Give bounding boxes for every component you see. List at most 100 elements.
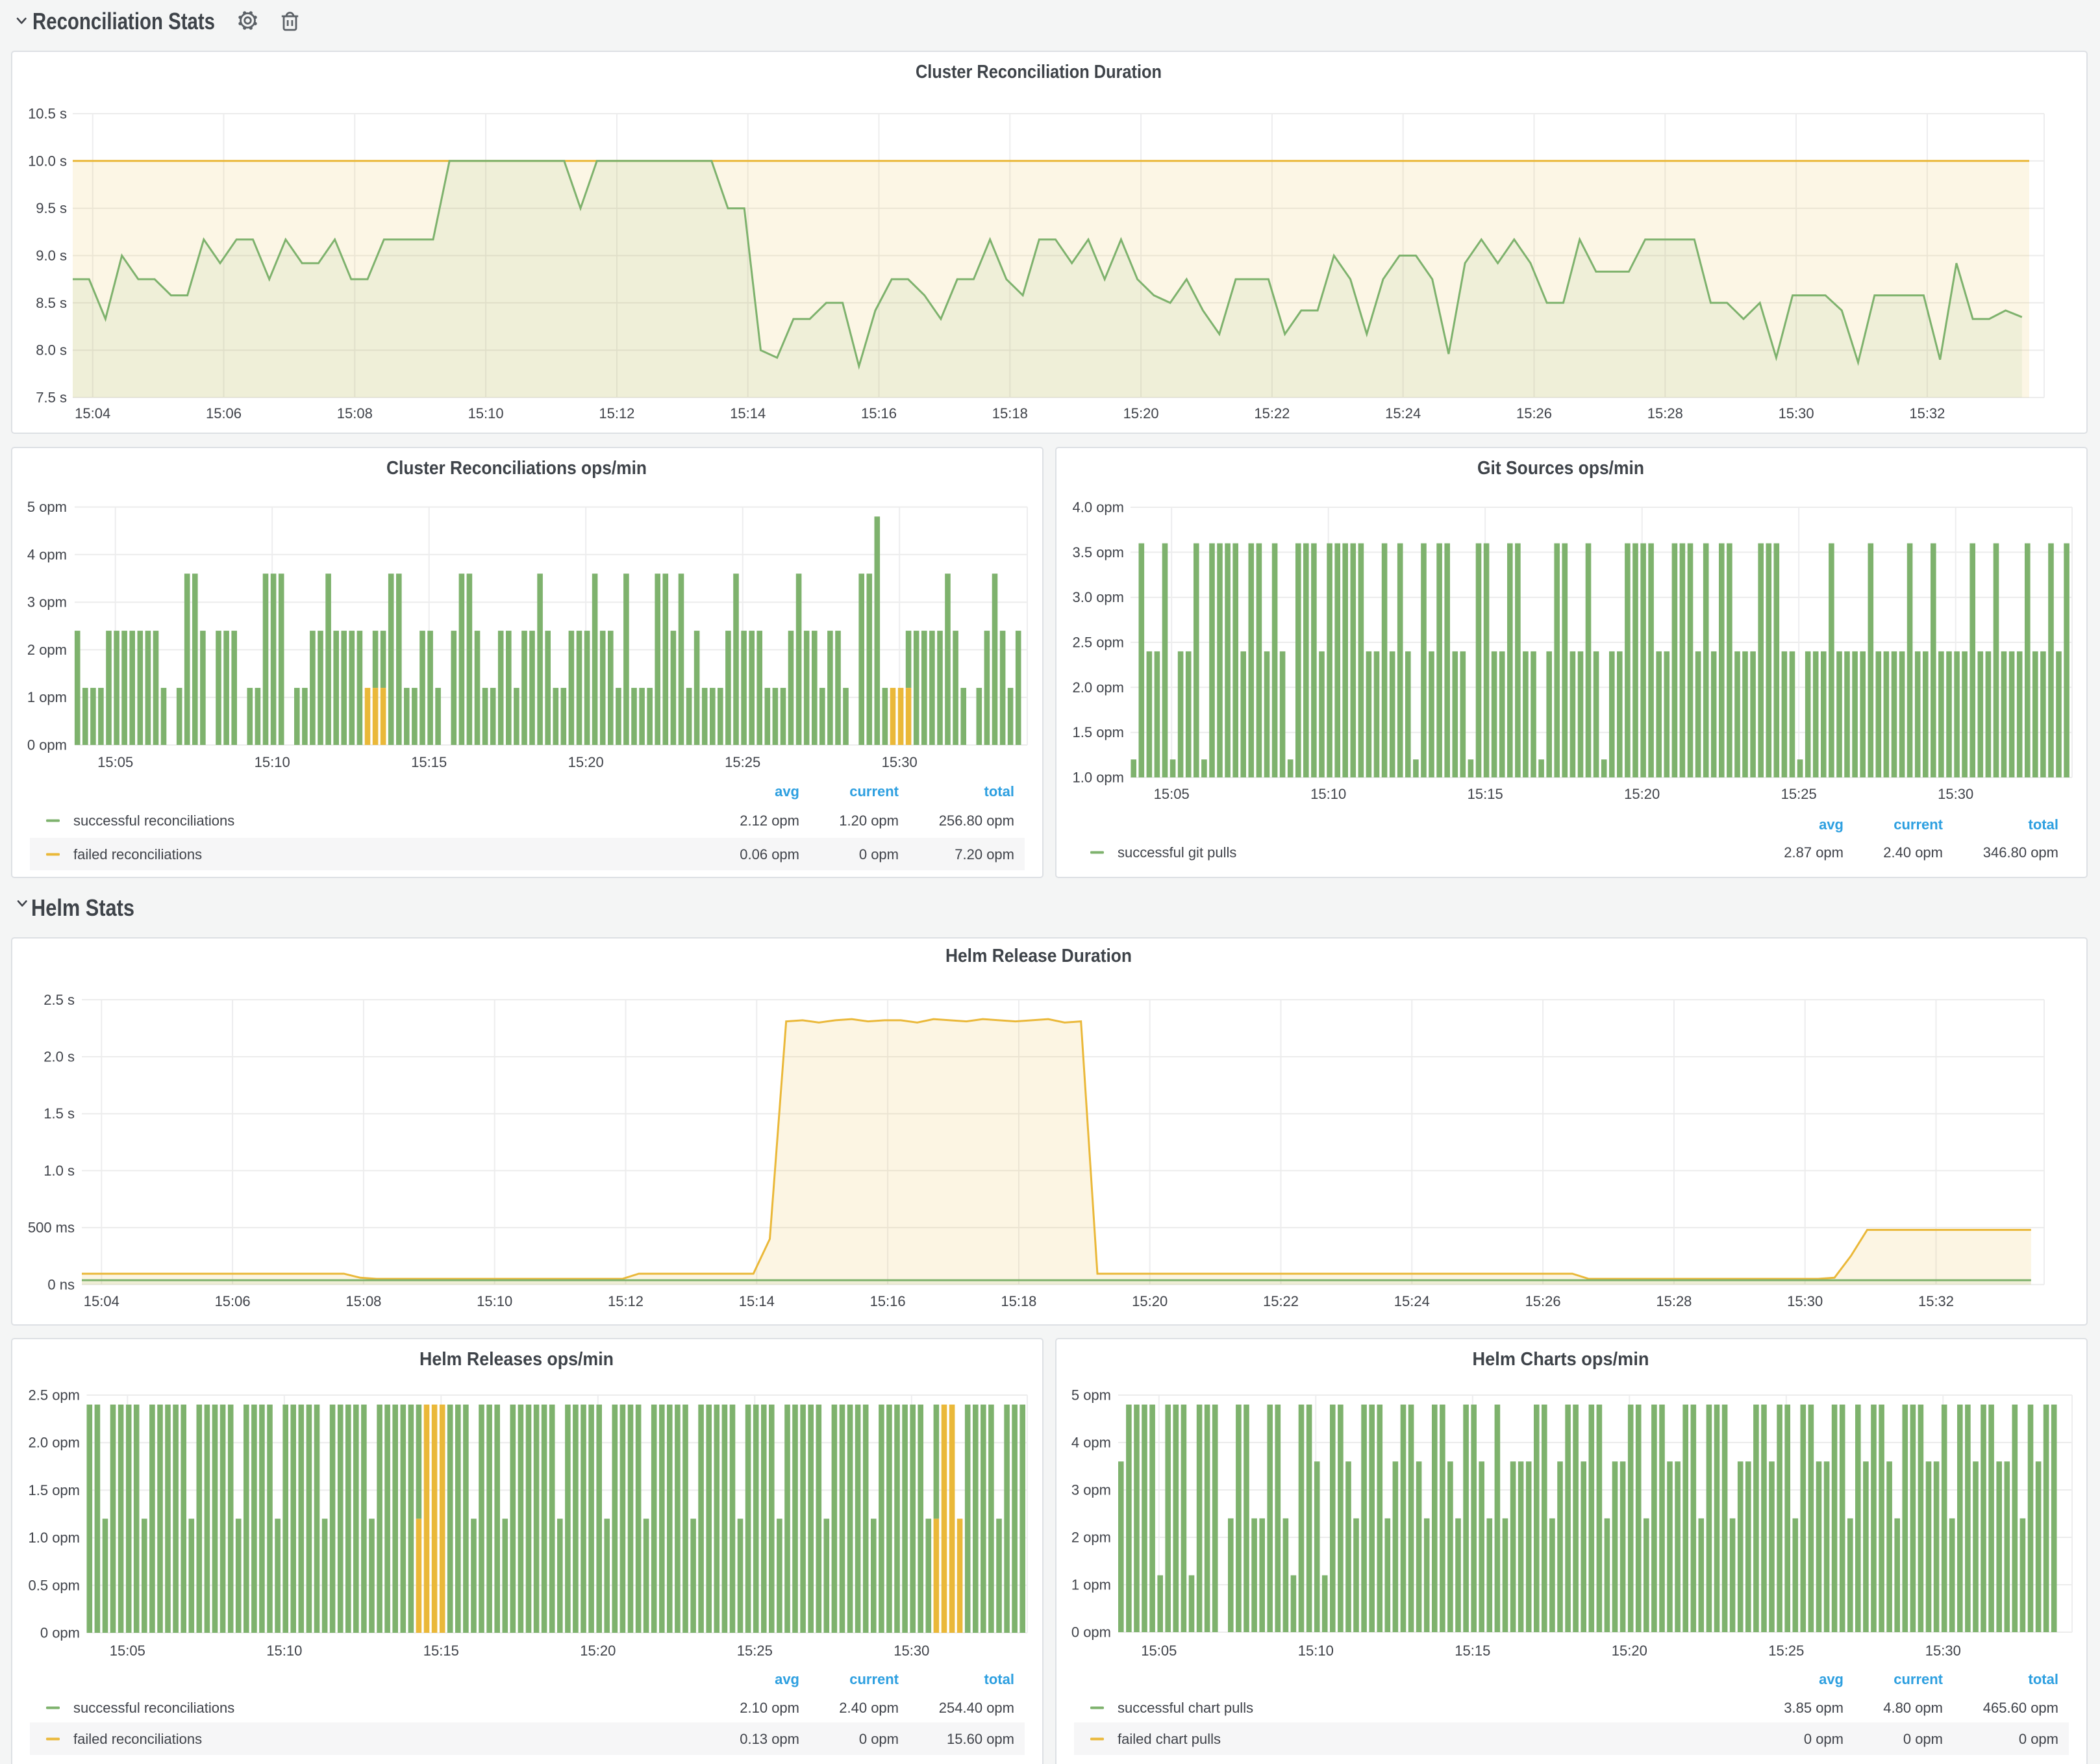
svg-text:4 opm: 4 opm [27,546,67,562]
svg-text:15:10: 15:10 [477,1293,512,1309]
svg-text:15:16: 15:16 [870,1293,906,1309]
svg-text:15:12: 15:12 [608,1293,644,1309]
svg-text:15:25: 15:25 [1768,1643,1804,1659]
svg-text:15:05: 15:05 [1154,786,1190,802]
svg-text:15:20: 15:20 [568,754,604,770]
svg-text:8.0 s: 8.0 s [36,342,67,359]
svg-text:15:30: 15:30 [1938,786,1973,802]
svg-text:avg: avg [775,783,799,800]
svg-text:2.5 s: 2.5 s [44,992,75,1008]
svg-text:current: current [849,1671,899,1687]
svg-text:0 opm: 0 opm [859,846,899,863]
svg-text:2.0 opm: 2.0 opm [1073,679,1125,696]
svg-text:15:08: 15:08 [337,405,373,422]
svg-text:8.5 s: 8.5 s [36,295,67,311]
svg-text:Cluster Reconciliations ops/mi: Cluster Reconciliations ops/min [386,458,647,479]
svg-text:15:25: 15:25 [725,754,760,770]
svg-text:15:30: 15:30 [894,1643,929,1659]
svg-text:15:25: 15:25 [1781,786,1817,802]
svg-text:4 opm: 4 opm [1071,1435,1111,1451]
svg-text:2.87 opm: 2.87 opm [1784,844,1844,861]
svg-text:2 opm: 2 opm [1071,1530,1111,1546]
svg-text:15:25: 15:25 [737,1643,773,1659]
svg-text:15:05: 15:05 [97,754,133,770]
svg-text:Helm Stats: Helm Stats [31,894,134,921]
svg-text:5 opm: 5 opm [1071,1387,1111,1404]
svg-text:0 ns: 0 ns [47,1276,75,1292]
svg-text:10.5 s: 10.5 s [28,106,67,122]
svg-text:15:15: 15:15 [1468,786,1503,802]
svg-text:total: total [984,783,1014,800]
svg-text:failed reconciliations: failed reconciliations [73,846,202,863]
svg-text:254.40 opm: 254.40 opm [939,1700,1014,1716]
svg-text:1.5 opm: 1.5 opm [29,1482,81,1498]
svg-text:15:06: 15:06 [206,405,242,422]
svg-text:5 opm: 5 opm [27,499,67,515]
svg-text:15:06: 15:06 [215,1293,251,1309]
svg-text:1.0 opm: 1.0 opm [1073,770,1125,786]
svg-text:current: current [1894,1671,1943,1687]
svg-text:Helm Charts ops/min: Helm Charts ops/min [1473,1349,1649,1370]
svg-text:15:05: 15:05 [110,1643,145,1659]
svg-text:15:10: 15:10 [1298,1643,1334,1659]
svg-text:15:10: 15:10 [1310,786,1346,802]
svg-text:346.80 opm: 346.80 opm [1983,844,2058,861]
svg-text:0.06 opm: 0.06 opm [740,846,799,863]
svg-text:2 opm: 2 opm [27,642,67,658]
svg-text:total: total [2029,1671,2058,1687]
svg-text:4.80 opm: 4.80 opm [1883,1700,1943,1716]
svg-text:15.60 opm: 15.60 opm [947,1731,1014,1747]
svg-text:15:26: 15:26 [1525,1293,1561,1309]
svg-text:2.12 opm: 2.12 opm [740,813,799,829]
svg-text:15:22: 15:22 [1254,405,1290,422]
svg-text:avg: avg [775,1671,799,1687]
svg-text:3.85 opm: 3.85 opm [1784,1700,1844,1716]
svg-text:15:20: 15:20 [580,1643,616,1659]
svg-text:15:08: 15:08 [345,1293,381,1309]
svg-text:15:30: 15:30 [1925,1643,1961,1659]
svg-text:7.20 opm: 7.20 opm [955,846,1014,863]
svg-text:15:04: 15:04 [84,1293,119,1309]
svg-text:15:16: 15:16 [861,405,897,422]
svg-text:1.20 opm: 1.20 opm [839,813,899,829]
svg-text:15:24: 15:24 [1394,1293,1430,1309]
svg-text:15:14: 15:14 [739,1293,775,1309]
svg-text:10.0 s: 10.0 s [28,153,67,169]
svg-text:Reconciliation Stats: Reconciliation Stats [32,8,215,34]
svg-text:2.5 opm: 2.5 opm [29,1387,81,1404]
svg-text:15:24: 15:24 [1385,405,1421,422]
svg-text:7.5 s: 7.5 s [36,390,67,406]
svg-text:15:22: 15:22 [1263,1293,1299,1309]
svg-text:9.5 s: 9.5 s [36,200,67,216]
svg-text:1.5 s: 1.5 s [44,1105,75,1122]
svg-text:15:15: 15:15 [423,1643,459,1659]
svg-text:15:20: 15:20 [1612,1643,1647,1659]
svg-text:Git Sources ops/min: Git Sources ops/min [1477,458,1644,479]
svg-text:15:15: 15:15 [1455,1643,1490,1659]
svg-text:successful git pulls: successful git pulls [1118,844,1236,861]
svg-text:Helm Releases ops/min: Helm Releases ops/min [419,1349,614,1370]
svg-text:15:10: 15:10 [255,754,290,770]
svg-text:0.13 opm: 0.13 opm [740,1731,799,1747]
svg-text:2.5 opm: 2.5 opm [1073,635,1125,651]
svg-text:465.60 opm: 465.60 opm [1983,1700,2058,1716]
svg-text:4.0 opm: 4.0 opm [1073,499,1125,516]
svg-text:0 opm: 0 opm [2019,1731,2058,1747]
svg-text:0 opm: 0 opm [1903,1731,1943,1747]
svg-text:current: current [1894,816,1943,833]
svg-text:1.0 s: 1.0 s [44,1163,75,1179]
svg-text:2.40 opm: 2.40 opm [1883,844,1943,861]
svg-text:15:20: 15:20 [1123,405,1159,422]
svg-text:15:32: 15:32 [1909,405,1945,422]
svg-text:15:18: 15:18 [992,405,1028,422]
svg-text:0 opm: 0 opm [1071,1624,1111,1641]
svg-text:3 opm: 3 opm [27,594,67,611]
svg-text:15:20: 15:20 [1132,1293,1168,1309]
svg-text:256.80 opm: 256.80 opm [939,813,1014,829]
svg-text:15:30: 15:30 [1787,1293,1823,1309]
svg-text:0 opm: 0 opm [40,1625,80,1641]
svg-text:0 opm: 0 opm [27,737,67,753]
svg-text:total: total [984,1671,1014,1687]
svg-text:15:14: 15:14 [730,405,766,422]
svg-text:2.10 opm: 2.10 opm [740,1700,799,1716]
